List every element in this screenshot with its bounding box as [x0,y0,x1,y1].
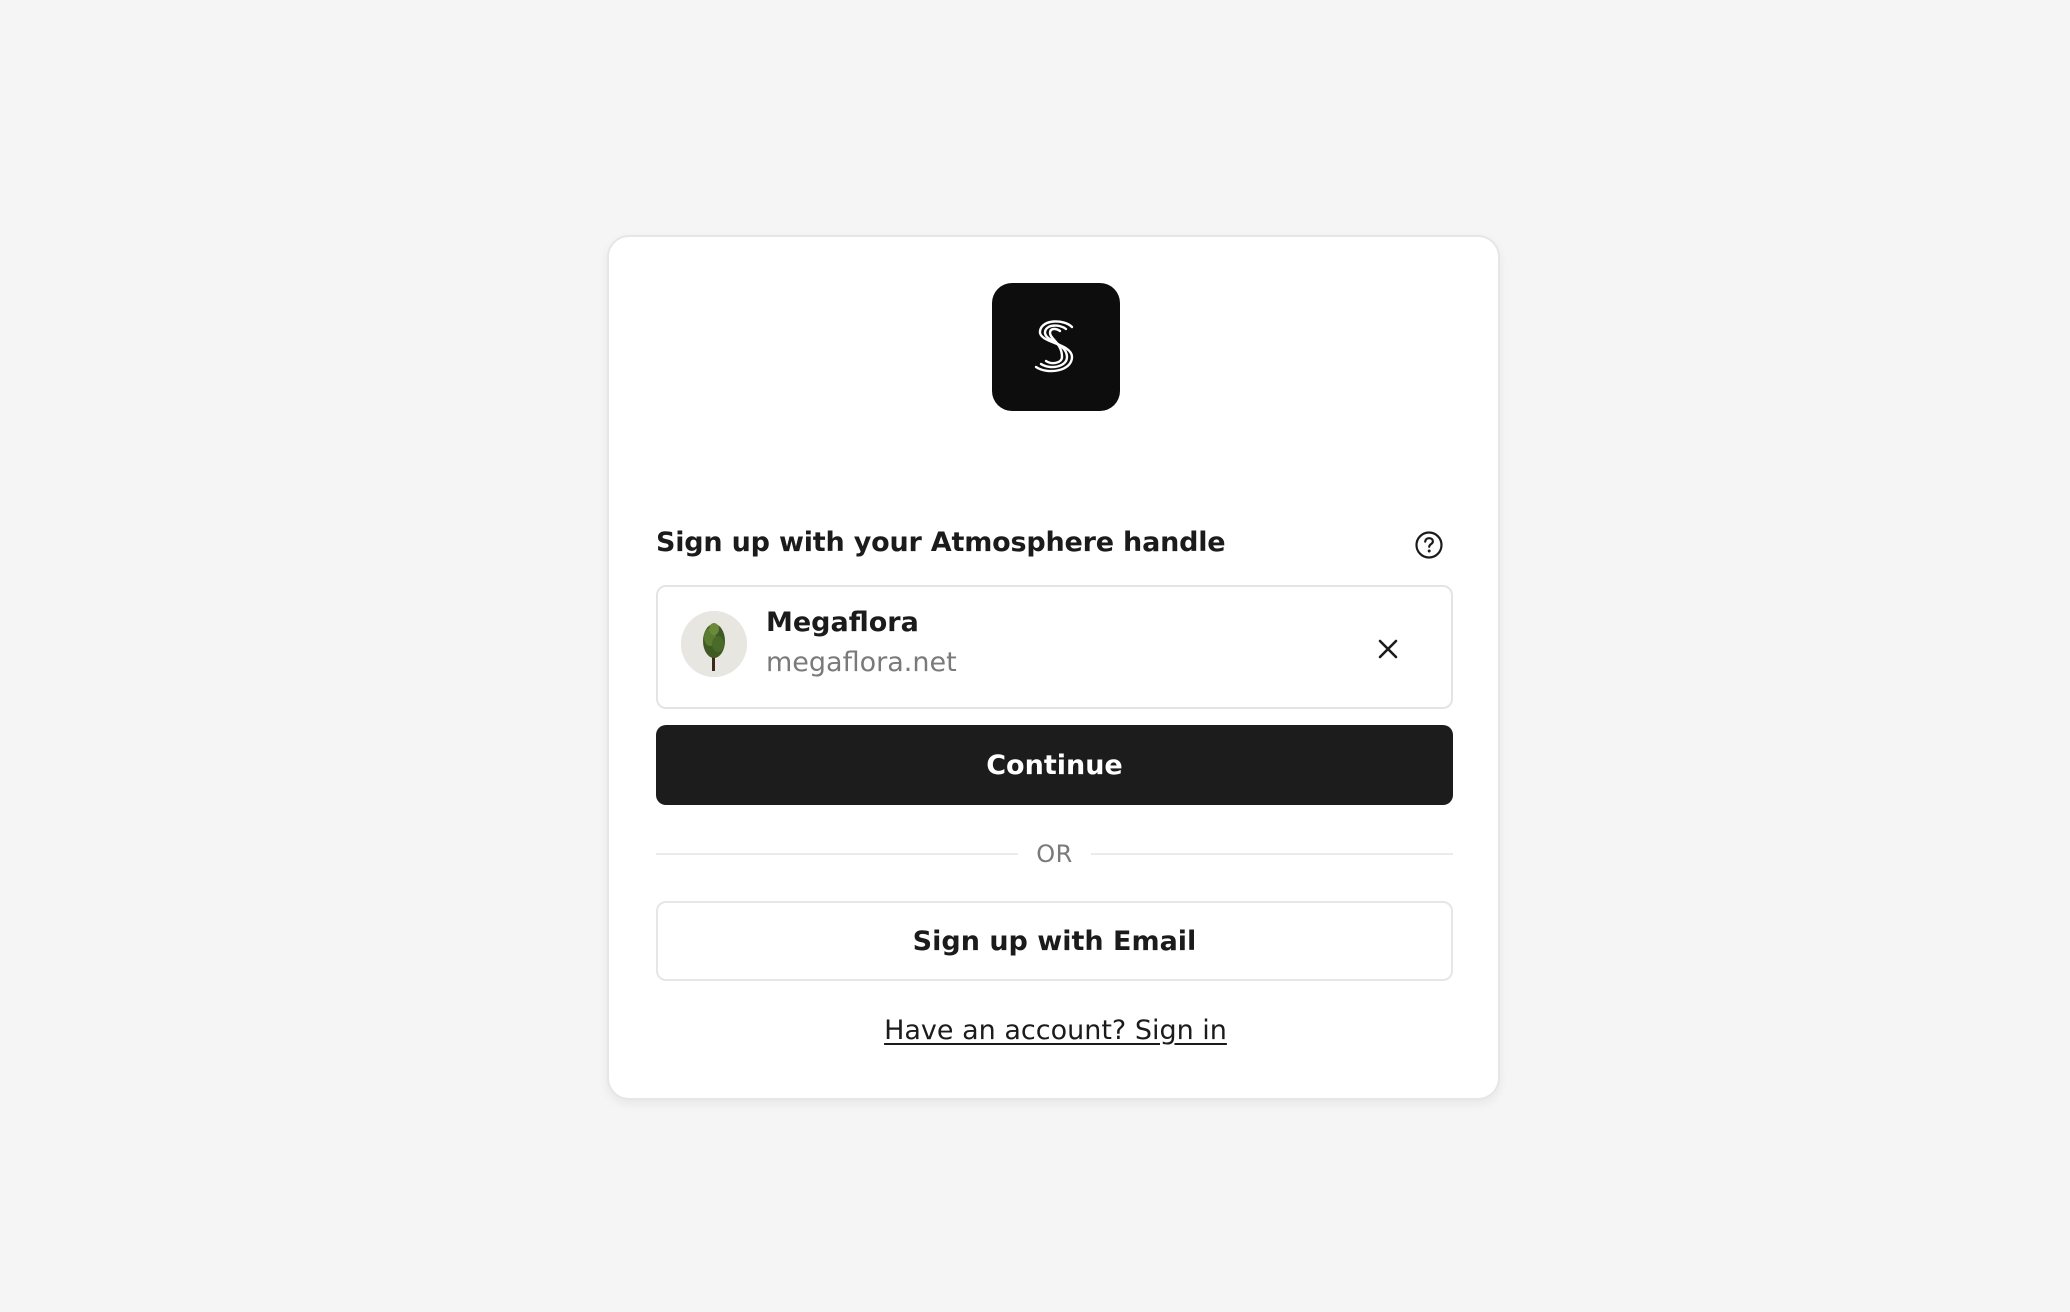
remove-account-button[interactable] [1368,629,1408,669]
close-icon [1378,639,1398,659]
signup-email-button[interactable]: Sign up with Email [656,901,1453,981]
or-divider: OR [656,837,1454,871]
help-button[interactable] [1414,530,1444,560]
signin-link[interactable]: Have an account? Sign in [609,1015,1502,1046]
question-circle-icon [1415,531,1443,559]
continue-button[interactable]: Continue [656,725,1453,805]
app-logo [992,283,1120,411]
divider-text: OR [1036,840,1073,868]
page: Sign up with your Atmosphere handle Mega… [0,0,2070,1312]
swirl-s-logo-icon [1034,320,1074,373]
tree-avatar-icon [681,611,747,677]
selected-account[interactable]: Megaflora megaflora.net [656,585,1453,709]
account-display-name: Megaflora [766,607,919,638]
handle-section-label: Sign up with your Atmosphere handle [656,527,1226,558]
signup-card: Sign up with your Atmosphere handle Mega… [607,235,1500,1100]
avatar [681,611,747,677]
account-handle: megaflora.net [766,647,957,678]
divider-line-right [1090,853,1454,855]
divider-line-left [656,853,1019,855]
